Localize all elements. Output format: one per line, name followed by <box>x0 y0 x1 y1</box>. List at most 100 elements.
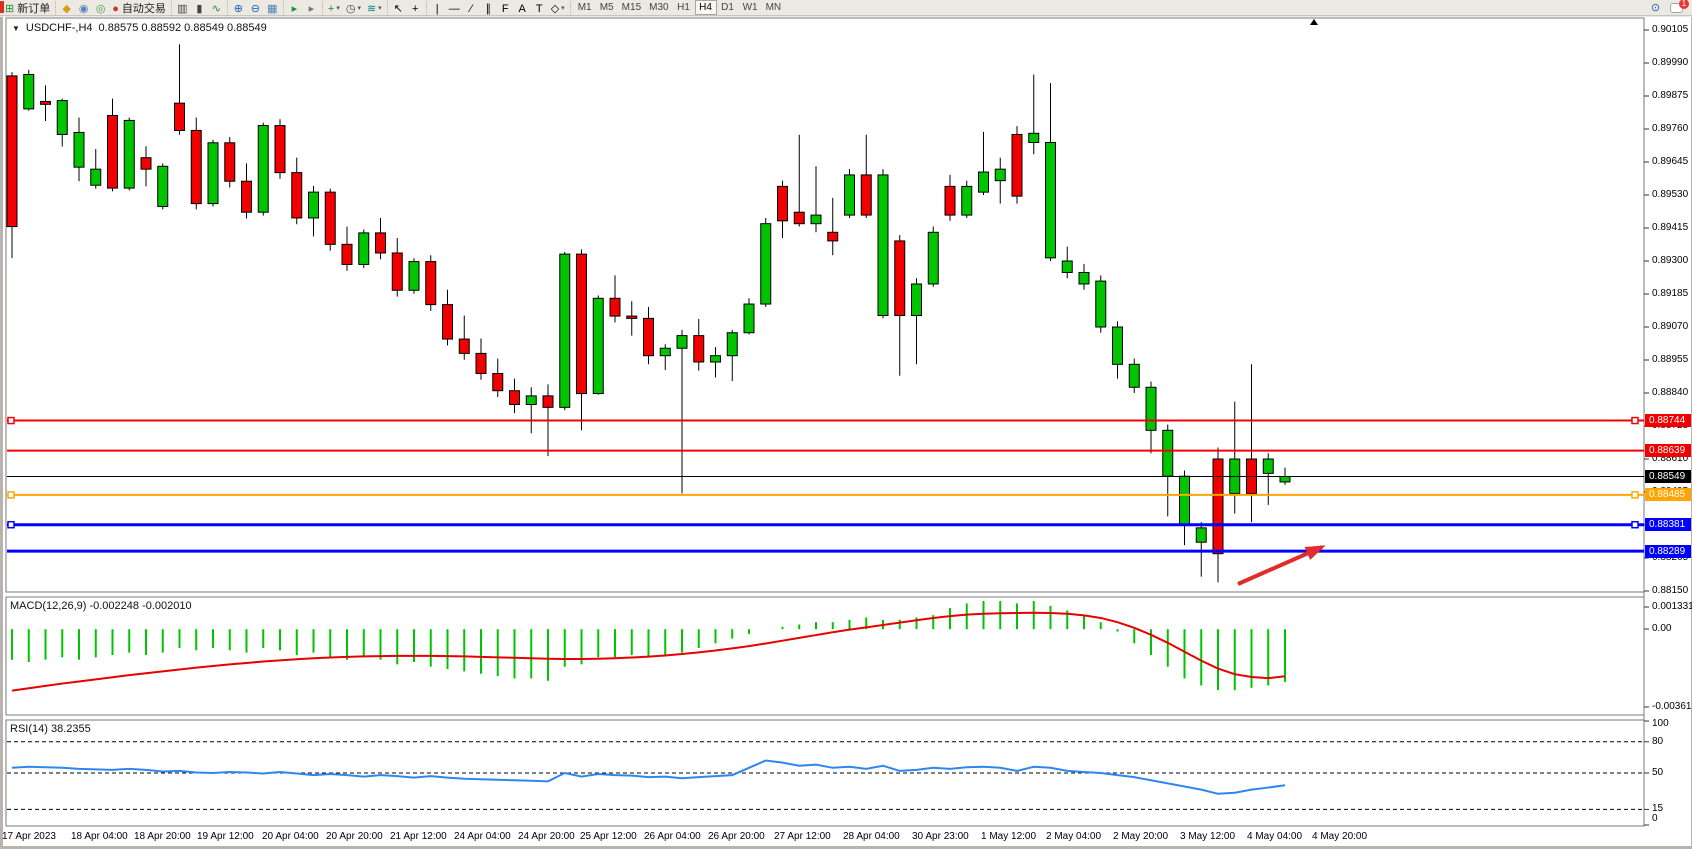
candle-body <box>962 186 972 215</box>
candle-body <box>577 254 587 393</box>
candle-body <box>409 262 419 291</box>
candle-body <box>258 126 268 213</box>
candle-body <box>694 336 704 362</box>
candle-body <box>91 169 101 185</box>
candle-body <box>593 298 603 393</box>
candle-body <box>627 316 637 318</box>
chart-title: ▼ USDCHF-,H4 0.88575 0.88592 0.88549 0.8… <box>12 22 267 34</box>
time-axis-label[interactable]: 28 Apr 04:00 <box>843 831 900 842</box>
time-axis-label[interactable]: 19 Apr 12:00 <box>197 831 254 842</box>
candle-body <box>510 391 520 405</box>
candle-body <box>1062 261 1072 272</box>
candle-body <box>878 175 888 316</box>
time-axis-label[interactable]: 21 Apr 12:00 <box>390 831 447 842</box>
price-tick-label: 0.90105 <box>1652 24 1688 35</box>
time-axis-label[interactable]: 30 Apr 23:00 <box>912 831 969 842</box>
time-axis-label[interactable]: 18 Apr 20:00 <box>134 831 191 842</box>
candle-body <box>979 172 989 192</box>
chart-title-toggle[interactable]: ▼ <box>12 24 20 33</box>
time-axis-label[interactable]: 25 Apr 12:00 <box>580 831 637 842</box>
support-line-orange-handle[interactable] <box>1632 492 1638 498</box>
price-tick-label: 0.89415 <box>1652 222 1688 233</box>
candle-body <box>1113 327 1123 364</box>
candle-body <box>359 233 369 265</box>
time-axis-label[interactable]: 4 May 20:00 <box>1312 831 1367 842</box>
macd-indicator-label: MACD(12,26,9) -0.002248 -0.002010 <box>10 600 192 612</box>
rsi-level-label: 80 <box>1652 736 1663 747</box>
rsi-level-label: 50 <box>1652 767 1663 778</box>
time-axis-label[interactable]: 20 Apr 20:00 <box>326 831 383 842</box>
macd-axis-label: 0.00 <box>1652 623 1671 634</box>
candle-body <box>1213 459 1223 554</box>
time-axis-label[interactable]: 2 May 20:00 <box>1113 831 1168 842</box>
candle-body <box>761 224 771 304</box>
price-tick-label: 0.89300 <box>1652 255 1688 266</box>
candle-body <box>242 181 252 212</box>
candle-body <box>995 169 1005 180</box>
candle-body <box>1096 281 1106 327</box>
macd-axis-label: -0.003619 <box>1652 701 1692 712</box>
candle-body <box>610 298 620 316</box>
candle-body <box>309 192 319 218</box>
candle-body <box>225 143 235 181</box>
candle-body <box>124 120 134 188</box>
candle-body <box>543 396 553 407</box>
candle-body <box>778 186 788 220</box>
candle-body <box>191 130 201 203</box>
candle-body <box>560 254 570 407</box>
chart-canvas[interactable] <box>0 0 1692 849</box>
candle-body <box>7 76 17 227</box>
symbol-period: USDCHF-,H4 <box>26 22 93 34</box>
time-axis-label[interactable]: 26 Apr 20:00 <box>708 831 765 842</box>
time-axis-label[interactable]: 20 Apr 04:00 <box>262 831 319 842</box>
candle-body <box>928 232 938 284</box>
support-line-blue-1-handle[interactable] <box>8 522 14 528</box>
candle-body <box>660 348 670 355</box>
time-axis-label[interactable]: 4 May 04:00 <box>1247 831 1302 842</box>
price-tick-label: 0.89645 <box>1652 156 1688 167</box>
candle-body <box>141 158 151 169</box>
support-line-blue-2-price-tag: 0.88289 <box>1645 545 1691 558</box>
time-axis-label[interactable]: 3 May 12:00 <box>1180 831 1235 842</box>
time-axis-label[interactable]: 1 May 12:00 <box>981 831 1036 842</box>
mt4-application: ⊞新订单◆◉◎●自动交易▥▮∿⊕⊖▦▸▸+▾◷▾≋▾↖+|—∕∥FAT◇▾ M1… <box>0 0 1692 849</box>
candle-body <box>1180 476 1190 525</box>
support-line-orange-handle[interactable] <box>8 492 14 498</box>
time-axis-label[interactable]: 26 Apr 04:00 <box>644 831 701 842</box>
candle-body <box>1012 134 1022 196</box>
macd-pane <box>6 597 1644 715</box>
time-axis-label[interactable]: 2 May 04:00 <box>1046 831 1101 842</box>
candle-body <box>342 244 352 264</box>
candle-body <box>711 356 721 362</box>
time-axis-label[interactable]: 24 Apr 20:00 <box>518 831 575 842</box>
candle-body <box>292 173 302 218</box>
candle-body <box>845 175 855 215</box>
candle-body <box>275 126 285 173</box>
candle-body <box>325 192 335 244</box>
price-tick-label: 0.89530 <box>1652 189 1688 200</box>
candle-body <box>811 215 821 224</box>
price-tick-label: 0.89875 <box>1652 90 1688 101</box>
price-tick-label: 0.89760 <box>1652 123 1688 134</box>
rsi-indicator-label: RSI(14) 38.2355 <box>10 723 91 735</box>
candle-body <box>493 373 503 390</box>
candle-body <box>677 336 687 349</box>
current-price-line-price-tag: 0.88549 <box>1645 470 1691 483</box>
price-tick-label: 0.89070 <box>1652 321 1688 332</box>
time-axis-label[interactable]: 17 Apr 2023 <box>2 831 56 842</box>
time-axis-label[interactable]: 27 Apr 12:00 <box>774 831 831 842</box>
resistance-line-1-price-tag: 0.88744 <box>1645 414 1691 427</box>
candle-body <box>1146 387 1156 430</box>
candle-body <box>1029 133 1039 142</box>
resistance-line-1-handle[interactable] <box>1632 418 1638 424</box>
time-axis-label[interactable]: 24 Apr 04:00 <box>454 831 511 842</box>
candle-body <box>861 175 871 215</box>
candle-body <box>108 116 118 189</box>
support-line-blue-1-handle[interactable] <box>1632 522 1638 528</box>
candle-body <box>57 101 67 135</box>
candle-body <box>24 74 34 108</box>
resistance-line-1-handle[interactable] <box>8 418 14 424</box>
candle-body <box>1280 477 1290 482</box>
time-axis-label[interactable]: 18 Apr 04:00 <box>71 831 128 842</box>
price-tick-label: 0.89990 <box>1652 57 1688 68</box>
